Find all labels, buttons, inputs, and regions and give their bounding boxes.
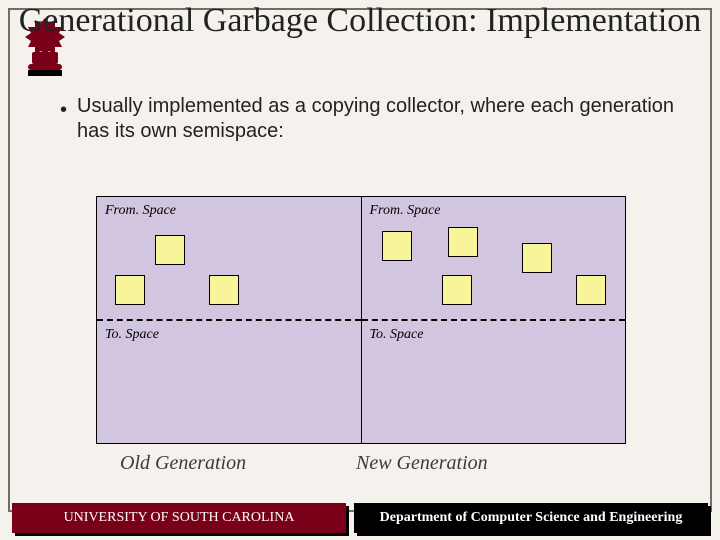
heap-block bbox=[448, 227, 478, 257]
footer-right-group: Department of Computer Science and Engin… bbox=[354, 503, 708, 533]
heap-block bbox=[115, 275, 145, 305]
heap-block bbox=[522, 243, 552, 273]
to-space-label: To. Space bbox=[105, 327, 159, 343]
old-generation-column: From. Space To. Space bbox=[97, 197, 362, 443]
bullet-text: Usually implemented as a copying collect… bbox=[77, 94, 680, 144]
bullet-item: • Usually implemented as a copying colle… bbox=[60, 94, 680, 144]
body-content: • Usually implemented as a copying colle… bbox=[60, 94, 680, 144]
slide-title: Generational Garbage Collection: Impleme… bbox=[0, 2, 720, 40]
semispace-divider bbox=[97, 319, 361, 321]
from-space-label: From. Space bbox=[370, 203, 441, 219]
heap-block bbox=[209, 275, 239, 305]
from-space-label: From. Space bbox=[105, 203, 176, 219]
semispace-diagram: From. Space To. Space From. Space To. Sp… bbox=[96, 196, 626, 444]
heap-block bbox=[382, 231, 412, 261]
heap-block bbox=[442, 275, 472, 305]
department-name: Department of Computer Science and Engin… bbox=[354, 503, 708, 533]
to-space-label: To. Space bbox=[370, 327, 424, 343]
old-generation-caption: Old Generation bbox=[120, 452, 246, 475]
footer-left-group: UNIVERSITY OF SOUTH CAROLINA bbox=[12, 503, 346, 533]
new-generation-caption: New Generation bbox=[356, 452, 488, 475]
semispace-divider bbox=[362, 319, 626, 321]
slide-footer: UNIVERSITY OF SOUTH CAROLINA Department … bbox=[12, 503, 708, 533]
heap-block bbox=[155, 235, 185, 265]
heap-block bbox=[576, 275, 606, 305]
university-name: UNIVERSITY OF SOUTH CAROLINA bbox=[12, 503, 346, 533]
new-generation-column: From. Space To. Space bbox=[362, 197, 626, 443]
bullet-dot-icon: • bbox=[60, 94, 67, 144]
